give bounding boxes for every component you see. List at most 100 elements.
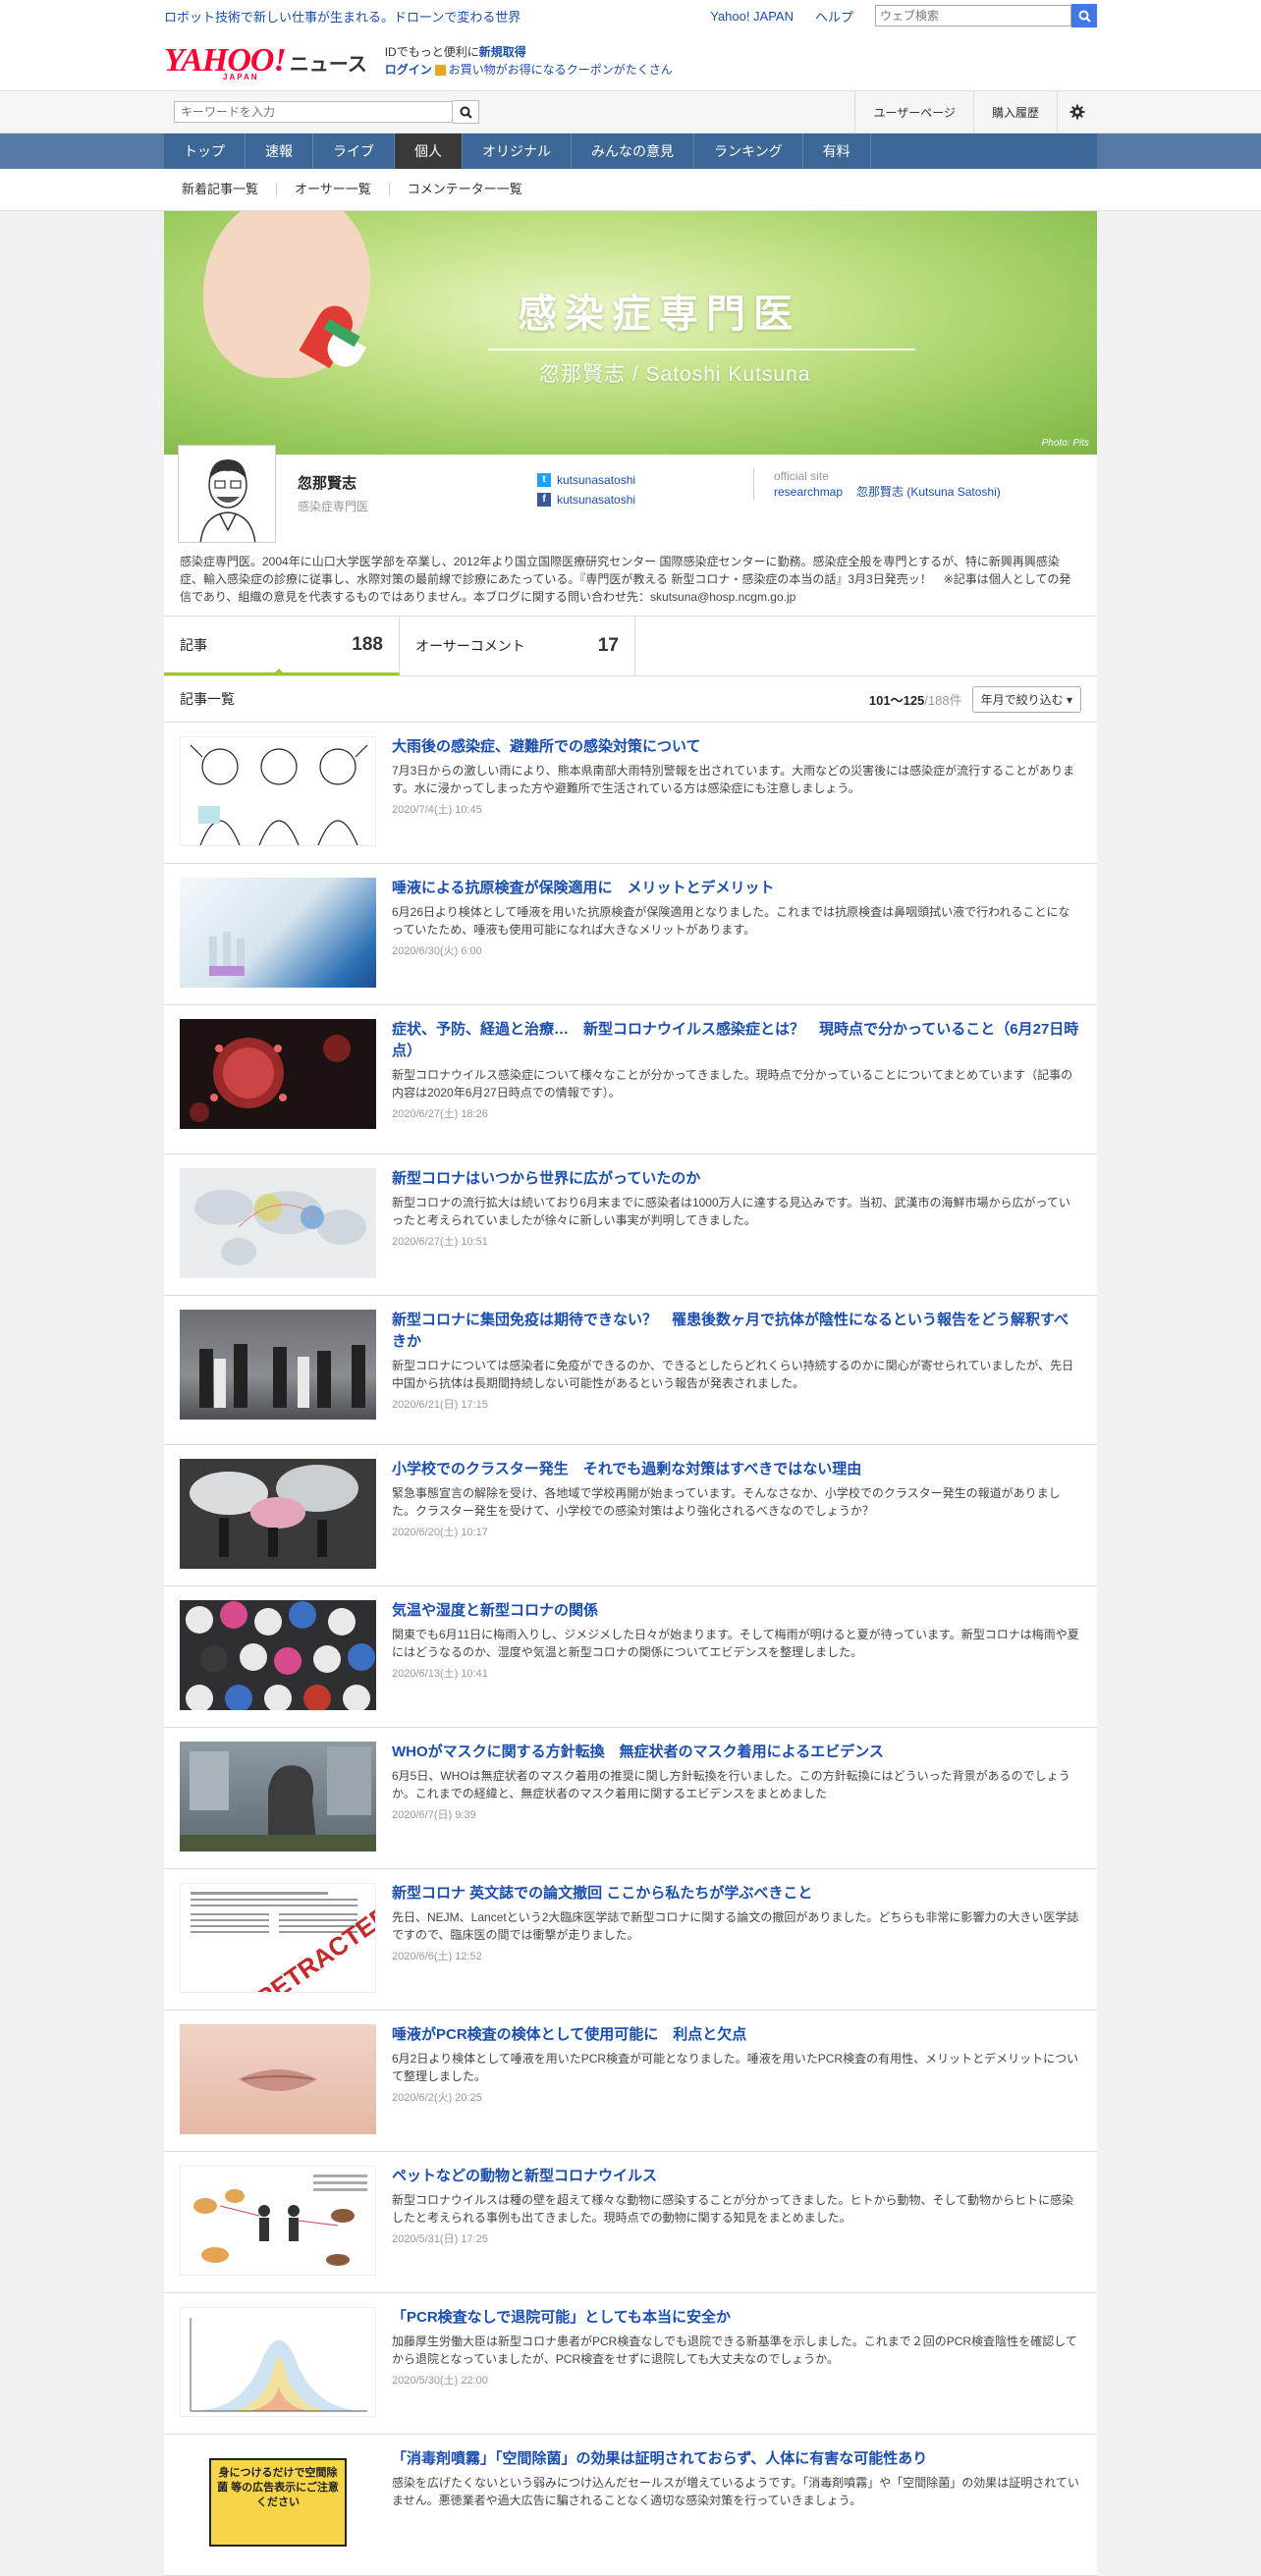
tab-comments-count: 17	[597, 635, 619, 656]
web-search-button[interactable]	[1071, 4, 1097, 27]
keyword-input[interactable]	[174, 101, 453, 123]
author-name: 忽那賢志	[298, 475, 357, 492]
article-title[interactable]: 症状、予防、経過と治療… 新型コロナウイルス感染症とは？ 現時点で分かっているこ…	[392, 1019, 1081, 1062]
article-thumbnail[interactable]	[180, 736, 376, 846]
user-page-button[interactable]: ユーザーページ	[854, 91, 973, 133]
article-list-heading: 記事一覧	[180, 691, 235, 707]
article-item[interactable]: 身につけるだけで空間除菌 等の広告表示にご注意ください 「消毒剤噴霧」「空間除菌…	[164, 2435, 1097, 2576]
coupon-link[interactable]: お買い物がお得になるクーポンがたくさん	[449, 63, 673, 77]
subnav-commentators[interactable]: コメンテーター一覧	[390, 183, 540, 196]
article-summary: 先日、NEJM、Lancetという2大臨床医学誌で新型コロナに関する論文の撤回が…	[392, 1910, 1079, 1942]
article-title[interactable]: 小学校でのクラスター発生 それでも過剰な対策はすべきではない理由	[392, 1459, 1081, 1480]
article-title[interactable]: 唾液による抗原検査が保険適用に メリットとデメリット	[392, 878, 1081, 899]
article-summary: 6月5日、WHOは無症状者のマスク着用の推奨に関し方針転換を行いました。この方針…	[392, 1769, 1070, 1800]
nav-live[interactable]: ライブ	[313, 134, 395, 169]
homepage-link[interactable]: 忽那賢志 (Kutsuna Satoshi)	[856, 485, 1001, 499]
nav-top[interactable]: トップ	[164, 134, 246, 169]
article-item[interactable]: ペットなどの動物と新型コロナウイルス 新型コロナウイルスは種の壁を超えて様々な動…	[164, 2152, 1097, 2293]
article-title[interactable]: WHOがマスクに関する方針転換 無症状者のマスク着用によるエビデンス	[392, 1742, 1081, 1763]
article-thumbnail[interactable]	[180, 878, 376, 988]
nav-original[interactable]: オリジナル	[463, 134, 572, 169]
article-summary: 新型コロナウイルスは種の壁を超えて様々な動物に感染することが分かってきました。ヒ…	[392, 2193, 1074, 2225]
article-item[interactable]: 新型コロナに集団免疫は期待できない？ 罹患後数ヶ月で抗体が陰性になるという報告を…	[164, 1296, 1097, 1445]
article-item[interactable]: 小学校でのクラスター発生 それでも過剰な対策はすべきではない理由 緊急事態宣言の…	[164, 1445, 1097, 1586]
yahoo-news-logo[interactable]: YAHOO! JAPAN ニュース	[164, 44, 367, 82]
nav-individual[interactable]: 個人	[395, 134, 463, 169]
article-date: 2020/6/20(土) 10:17	[392, 1527, 488, 1538]
month-filter-select[interactable]: 年月で絞り込む ▾	[971, 685, 1081, 713]
avatar-illustration	[199, 459, 256, 542]
purchase-history-button[interactable]: 購入履歴	[972, 91, 1057, 133]
article-summary: 6月26日より検体として唾液を用いた抗原検査が保険適用となりました。これまでは抗…	[392, 905, 1070, 937]
article-thumbnail[interactable]	[180, 1459, 376, 1569]
search-icon	[460, 106, 472, 119]
official-site: official site researchmap 忽那賢志 (Kutsuna S…	[753, 468, 1014, 500]
promo-link[interactable]: ロボット技術で新しい仕事が生まれる。ドローンで変わる世界	[164, 7, 521, 26]
twitter-link[interactable]: kutsunasatoshi	[557, 470, 635, 490]
web-search	[875, 4, 1097, 27]
subnav-authors[interactable]: オーサー一覧	[277, 183, 390, 196]
article-date: 2020/6/27(土) 18:26	[392, 1108, 488, 1120]
article-item[interactable]: WHOがマスクに関する方針転換 無症状者のマスク着用によるエビデンス 6月5日、…	[164, 1728, 1097, 1869]
article-thumbnail[interactable]	[180, 1310, 376, 1420]
article-summary: 感染を広げたくないという弱みにつけ込んだセールスが増えているようです。「消毒剤噴…	[392, 2476, 1079, 2507]
article-thumbnail[interactable]	[180, 2307, 376, 2417]
nav-breaking[interactable]: 速報	[246, 134, 313, 169]
search-icon	[1078, 10, 1091, 23]
nav-paid[interactable]: 有料	[803, 134, 871, 169]
signup-link[interactable]: 新規取得	[479, 45, 526, 59]
article-title[interactable]: 「消毒剤噴霧」「空間除菌」の効果は証明されておらず、人体に有害な可能性あり	[392, 2448, 1081, 2470]
article-title[interactable]: 新型コロナに集団免疫は期待できない？ 罹患後数ヶ月で抗体が陰性になるという報告を…	[392, 1310, 1081, 1353]
article-item[interactable]: 唾液がPCR検査の検体として使用可能に 利点と欠点 6月2日より検体として唾液を…	[164, 2011, 1097, 2152]
month-filter-label: 年月で絞り込む	[980, 692, 1064, 707]
article-title[interactable]: 新型コロナはいつから世界に広がっていたのか	[392, 1168, 1081, 1190]
help-link[interactable]: ヘルプ	[815, 7, 853, 26]
article-item[interactable]: 「PCR検査なしで退院可能」としても本当に安全か 加藤厚生労働大臣は新型コロナ患…	[164, 2293, 1097, 2435]
banner-subtitle: 忽那賢志 / Satoshi Kutsuna	[539, 363, 811, 386]
article-title[interactable]: 「PCR検査なしで退院可能」としても本当に安全か	[392, 2307, 1081, 2329]
tab-author-comments[interactable]: オーサーコメント 17	[400, 617, 635, 675]
tab-articles-count: 188	[352, 633, 383, 655]
article-title[interactable]: 気温や湿度と新型コロナの関係	[392, 1600, 1081, 1622]
article-title[interactable]: 新型コロナ 英文誌での論文撤回 ここから私たちが学ぶべきこと	[392, 1883, 1081, 1905]
article-item[interactable]: 大雨後の感染症、避難所での感染対策について 7月3日からの激しい雨により、熊本県…	[164, 723, 1097, 864]
article-title[interactable]: 唾液がPCR検査の検体として使用可能に 利点と欠点	[392, 2024, 1081, 2046]
article-item[interactable]: 新型コロナはいつから世界に広がっていたのか 新型コロナの流行拡大は続いており6月…	[164, 1154, 1097, 1296]
tab-comments-label: オーサーコメント	[415, 638, 525, 654]
facebook-link[interactable]: kutsunasatoshi	[557, 490, 635, 510]
settings-button[interactable]	[1057, 91, 1097, 133]
login-link[interactable]: ログイン	[385, 63, 432, 77]
article-thumbnail[interactable]	[180, 1168, 376, 1278]
article-thumbnail[interactable]	[180, 2024, 376, 2134]
researchmap-link[interactable]: researchmap	[774, 485, 843, 499]
article-title[interactable]: ペットなどの動物と新型コロナウイルス	[392, 2166, 1081, 2187]
web-search-input[interactable]	[875, 5, 1071, 27]
article-item[interactable]: 唾液による抗原検査が保険適用に メリットとデメリット 6月26日より検体として唾…	[164, 864, 1097, 1005]
article-date: 2020/5/30(土) 22:00	[392, 2375, 488, 2387]
article-thumbnail[interactable]	[180, 1600, 376, 1710]
official-site-label: official site	[774, 469, 829, 483]
yahoo-japan-link[interactable]: Yahoo! JAPAN	[710, 9, 794, 24]
nav-ranking[interactable]: ランキング	[694, 134, 803, 169]
author-banner: 感染症専門医 忽那賢志 / Satoshi Kutsuna Photo: Pit…	[164, 211, 1097, 455]
article-item[interactable]: 気温や湿度と新型コロナの関係 関東でも6月11日に梅雨入りし、ジメジメした日々が…	[164, 1586, 1097, 1728]
article-item[interactable]: 症状、予防、経過と治療… 新型コロナウイルス感染症とは？ 現時点で分かっているこ…	[164, 1005, 1097, 1154]
subnav-new-articles[interactable]: 新着記事一覧	[164, 183, 278, 196]
article-thumbnail[interactable]	[180, 1742, 376, 1852]
article-date: 2020/6/2(火) 20:25	[392, 2092, 482, 2104]
article-date: 2020/7/4(土) 10:45	[392, 804, 482, 816]
article-date: 2020/6/13(土) 10:41	[392, 1668, 488, 1680]
article-thumbnail[interactable]	[180, 1019, 376, 1129]
nav-opinions[interactable]: みんなの意見	[572, 134, 694, 169]
tab-articles-label: 記事	[180, 636, 207, 653]
avatar	[178, 445, 276, 543]
article-summary: 新型コロナウイルス感染症について様々なことが分かってきました。現時点で分かってい…	[392, 1068, 1073, 1100]
article-thumbnail[interactable]: RETRACTED	[180, 1883, 376, 1993]
tab-articles[interactable]: 記事 188	[164, 617, 400, 675]
article-item[interactable]: RETRACTED 新型コロナ 英文誌での論文撤回 ここから私たちが学ぶべきこと…	[164, 1869, 1097, 2011]
twitter-icon: t	[537, 473, 551, 487]
article-thumbnail[interactable]	[180, 2166, 376, 2276]
article-title[interactable]: 大雨後の感染症、避難所での感染対策について	[392, 736, 1081, 758]
article-thumbnail[interactable]: 身につけるだけで空間除菌 等の広告表示にご注意ください	[180, 2448, 376, 2558]
keyword-search-button[interactable]	[453, 100, 479, 124]
